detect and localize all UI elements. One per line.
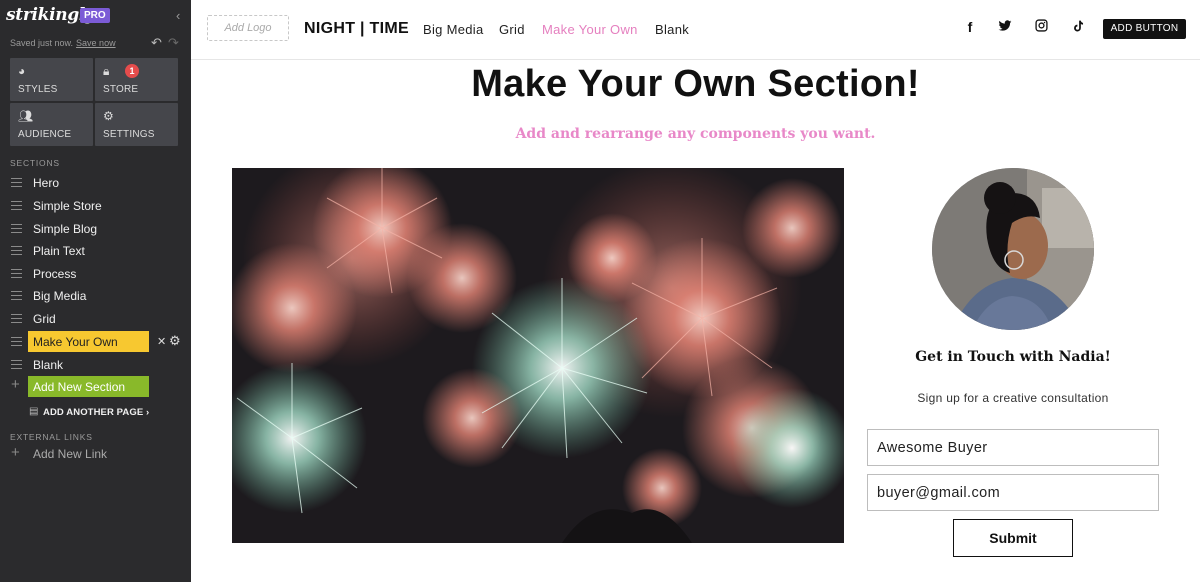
submit-button[interactable]: Submit (953, 519, 1073, 557)
profile-avatar[interactable] (932, 168, 1094, 330)
add-new-link[interactable]: Add New Link (33, 447, 107, 461)
section-item-process[interactable]: Process (0, 263, 191, 284)
tiktok-icon[interactable] (1069, 19, 1085, 39)
section-subheading[interactable]: Add and rearrange any components you wan… (191, 126, 1200, 142)
add-new-section-button[interactable]: Add New Section (28, 376, 149, 397)
section-item-simple-store[interactable]: Simple Store (0, 195, 191, 216)
facebook-icon[interactable]: f (962, 19, 978, 39)
fireworks-illustration (232, 168, 844, 543)
add-another-page-link[interactable]: ADD ANOTHER PAGE › (43, 407, 149, 418)
drag-handle-icon[interactable] (11, 291, 22, 300)
sections-heading: SECTIONS (10, 158, 60, 168)
palette-icon: ◕ (18, 64, 26, 78)
collapse-sidebar-icon[interactable]: ‹ (176, 8, 180, 23)
store-notification-badge: 1 (125, 64, 139, 78)
page-icon: ▤ (29, 406, 39, 417)
name-field[interactable] (867, 429, 1159, 466)
drag-handle-icon[interactable] (11, 246, 22, 255)
nadia-portrait (932, 168, 1094, 330)
contact-form-subtitle[interactable]: Sign up for a creative consultation (866, 391, 1160, 405)
people-icon: 👥︎ (18, 109, 34, 123)
save-status: Saved just now. Save now (10, 38, 116, 48)
audience-tile[interactable]: 👥︎ AUDIENCE (10, 103, 93, 146)
site-title[interactable]: NIGHT | TIME (304, 20, 409, 38)
bag-icon: 🔒︎ (103, 64, 110, 78)
editor-sidebar: strikingly PRO ‹ Saved just now. Save now… (0, 0, 191, 582)
section-heading[interactable]: Make Your Own Section! (191, 63, 1200, 106)
gear-icon: ⚙ (103, 109, 114, 123)
section-label: Process (33, 267, 77, 281)
styles-label: STYLES (18, 84, 58, 95)
saved-status-text: Saved just now. (10, 38, 74, 48)
site-navbar: Add Logo NIGHT | TIME Big Media Grid Mak… (191, 0, 1200, 60)
pro-badge: PRO (80, 8, 110, 23)
section-item-blank[interactable]: Blank (0, 354, 191, 375)
nav-link-big-media[interactable]: Big Media (423, 22, 484, 37)
settings-label: SETTINGS (103, 129, 155, 140)
store-label: STORE (103, 84, 139, 95)
nav-link-make-your-own[interactable]: Make Your Own (542, 22, 638, 37)
section-item-plain-text[interactable]: Plain Text (0, 240, 191, 261)
plus-icon[interactable]: + (11, 444, 20, 461)
nav-link-grid[interactable]: Grid (499, 22, 525, 37)
undo-icon[interactable]: ↶ (151, 35, 162, 51)
add-page-label: ADD ANOTHER PAGE (43, 407, 144, 418)
delete-section-icon[interactable]: ✕ (157, 335, 166, 348)
drag-handle-icon[interactable] (11, 201, 22, 210)
section-label: Grid (33, 312, 56, 326)
section-item-simple-blog[interactable]: Simple Blog (0, 218, 191, 239)
section-label: Big Media (33, 289, 87, 303)
fireworks-image[interactable] (232, 168, 844, 543)
drag-handle-icon[interactable] (11, 360, 22, 369)
add-logo-placeholder[interactable]: Add Logo (207, 15, 289, 41)
email-field[interactable] (867, 474, 1159, 511)
section-item-make-your-own[interactable]: Make Your Own ✕ ⚙ (0, 331, 191, 352)
redo-icon[interactable]: ↷ (168, 35, 179, 51)
styles-tile[interactable]: ◕ STYLES (10, 58, 93, 101)
section-label: Simple Blog (33, 222, 98, 236)
instagram-icon[interactable] (1033, 19, 1049, 39)
section-label: Hero (33, 176, 60, 190)
drag-handle-icon[interactable] (11, 178, 22, 187)
section-item-hero[interactable]: Hero (0, 172, 191, 193)
settings-tile[interactable]: ⚙ SETTINGS (95, 103, 178, 146)
section-label: Simple Store (33, 199, 102, 213)
twitter-icon[interactable] (997, 19, 1013, 39)
add-button[interactable]: ADD BUTTON (1103, 19, 1186, 39)
save-now-link[interactable]: Save now (76, 38, 116, 48)
drag-handle-icon[interactable] (11, 224, 22, 233)
drag-handle-icon[interactable] (11, 337, 22, 346)
contact-form-title[interactable]: Get in Touch with Nadia! (866, 349, 1160, 365)
section-item-big-media[interactable]: Big Media (0, 285, 191, 306)
section-settings-gear-icon[interactable]: ⚙ (169, 333, 181, 349)
store-tile[interactable]: 🔒︎ 1 STORE (95, 58, 178, 101)
section-label: Blank (33, 358, 64, 372)
drag-handle-icon[interactable] (11, 314, 22, 323)
external-links-heading: EXTERNAL LINKS (10, 432, 93, 442)
section-label-active: Make Your Own (28, 331, 149, 352)
nav-link-blank[interactable]: Blank (655, 22, 689, 37)
audience-label: AUDIENCE (18, 129, 72, 140)
section-label: Plain Text (33, 244, 85, 258)
chevron-right-icon: › (146, 407, 150, 418)
plus-icon[interactable]: + (11, 376, 20, 393)
drag-handle-icon[interactable] (11, 269, 22, 278)
section-item-grid[interactable]: Grid (0, 308, 191, 329)
